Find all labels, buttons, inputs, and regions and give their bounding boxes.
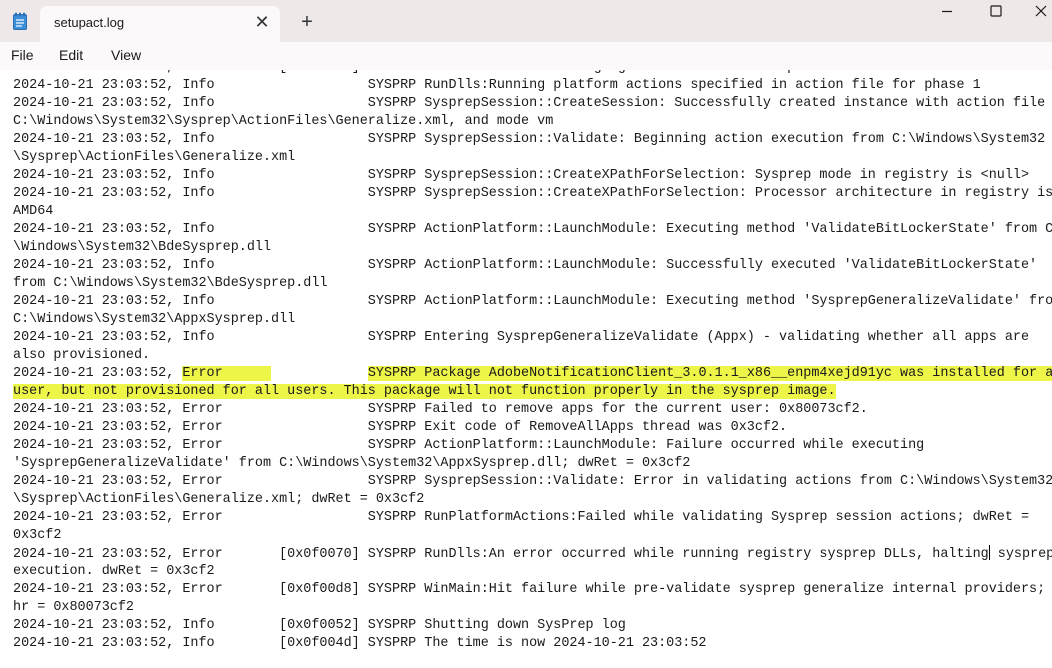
log-line: 2024-10-21 23:03:52, Error SYSPRP Failed…	[13, 401, 1052, 419]
title-bar: setupact.log ✕ +	[0, 0, 1052, 42]
log-text-segment: 2024-10-21 23:03:52, Info SYSPRP Sysprep…	[13, 168, 1030, 183]
log-text-segment: also provisioned.	[13, 348, 151, 363]
menu-bar: File Edit View	[0, 42, 1052, 105]
log-line: 2024-10-21 23:03:52, Error SYSPRP RunPla…	[13, 509, 1052, 527]
log-line: C:\Windows\System32\Sysprep\ActionFiles\…	[13, 113, 1052, 131]
close-tab-icon[interactable]: ✕	[252, 12, 272, 32]
log-line: hr = 0x80073cf2	[13, 599, 1052, 617]
log-text-segment: \Sysprep\ActionFiles\Generalize.xml	[13, 150, 296, 165]
log-line: 2024-10-21 23:03:52, Info [0x0f0052] SYS…	[13, 617, 1052, 635]
log-line: 2024-10-21 23:03:52, Info SYSPRP Sysprep…	[13, 95, 1052, 113]
log-line: 2024-10-21 23:03:52, Error [0x0f00d8] SY…	[13, 581, 1052, 599]
log-text-segment: 2024-10-21 23:03:52, Error [0x0f00d8] SY…	[13, 582, 1046, 597]
log-line: 2024-10-21 23:03:52, Info [0x0f00d7] SYS…	[13, 70, 1052, 77]
menu-view[interactable]: View	[111, 47, 141, 63]
tab-setupact-log[interactable]: setupact.log ✕	[40, 6, 280, 42]
log-text-segment: 2024-10-21 23:03:52, Info SYSPRP Sysprep…	[13, 186, 1052, 201]
log-text-segment: 2024-10-21 23:03:52, Error [0x0f0070] SY…	[13, 547, 989, 562]
log-text-segment: 2024-10-21 23:03:52, Info SYSPRP Sysprep…	[13, 96, 1046, 111]
log-line: also provisioned.	[13, 347, 1052, 365]
log-text-segment: 2024-10-21 23:03:52, Info [0x0f004d] SYS…	[13, 636, 707, 651]
log-line: \Windows\System32\BdeSysprep.dll	[13, 239, 1052, 257]
log-text-segment: 'SysprepGeneralizeValidate' from C:\Wind…	[13, 456, 691, 471]
log-line: \Sysprep\ActionFiles\Generalize.xml	[13, 149, 1052, 167]
log-line: 0x3cf2	[13, 527, 1052, 545]
highlighted-text: SYSPRP Package AdobeNotificationClient_3…	[367, 366, 1052, 381]
text-editor[interactable]: 2024-10-21 23:03:52, Info [0x0f00d7] SYS…	[0, 70, 1052, 668]
log-text-segment: 2024-10-21 23:03:52, Error SYSPRP Failed…	[13, 402, 868, 417]
log-text-segment: 2024-10-21 23:03:52, Error SYSPRP Syspre…	[13, 474, 1052, 489]
log-line: 2024-10-21 23:03:52, Info [0x0f004d] SYS…	[13, 635, 1052, 653]
log-line: 2024-10-21 23:03:52, Error SYSPRP Syspre…	[13, 473, 1052, 491]
log-text-segment: hr = 0x80073cf2	[13, 600, 134, 615]
log-text-segment: \Windows\System32\BdeSysprep.dll	[13, 240, 272, 255]
log-line: 2024-10-21 23:03:52, Info SYSPRP RunDlls…	[13, 77, 1052, 95]
log-text-segment: 2024-10-21 23:03:52,	[13, 366, 183, 381]
log-text-segment: execution. dwRet = 0x3cf2	[13, 564, 215, 579]
log-line: 2024-10-21 23:03:52, Error SYSPRP Action…	[13, 437, 1052, 455]
log-text-segment: 2024-10-21 23:03:52, Error SYSPRP Exit c…	[13, 420, 788, 435]
notepad-icon	[13, 12, 27, 30]
menu-edit[interactable]: Edit	[59, 47, 83, 63]
log-line: 2024-10-21 23:03:52, Info SYSPRP Sysprep…	[13, 185, 1052, 203]
log-line: 2024-10-21 23:03:52, Info SYSPRP ActionP…	[13, 221, 1052, 239]
menu-file[interactable]: File	[11, 47, 34, 63]
log-line: 2024-10-21 23:03:52, Info SYSPRP Sysprep…	[13, 131, 1052, 149]
log-text-segment: from C:\Windows\System32\BdeSysprep.dll	[13, 276, 328, 291]
close-window-button[interactable]	[1006, 0, 1052, 24]
log-line: 2024-10-21 23:03:52, Info SYSPRP ActionP…	[13, 293, 1052, 311]
highlighted-text: user, but not provisioned for all users.…	[13, 384, 836, 399]
log-text-segment: \Sysprep\ActionFiles\Generalize.xml; dwR…	[13, 492, 425, 507]
log-line: 2024-10-21 23:03:52, Info SYSPRP Sysprep…	[13, 167, 1052, 185]
log-text-segment: 2024-10-21 23:03:52, Info SYSPRP ActionP…	[13, 294, 1052, 309]
log-text: 2024-10-21 23:03:52, Info [0x0f00d7] SYS…	[13, 70, 1052, 653]
log-text-segment: 2024-10-21 23:03:52, Info SYSPRP ActionP…	[13, 258, 1038, 273]
log-text-segment: C:\Windows\System32\AppxSysprep.dll	[13, 312, 296, 327]
log-text-segment: 2024-10-21 23:03:52, Info [0x0f0052] SYS…	[13, 618, 626, 633]
log-text-segment: C:\Windows\System32\Sysprep\ActionFiles\…	[13, 114, 554, 129]
log-line: from C:\Windows\System32\BdeSysprep.dll	[13, 275, 1052, 293]
log-text-segment: AMD64	[13, 204, 54, 219]
log-text-segment	[271, 366, 368, 381]
log-line: 2024-10-21 23:03:52, Error SYSPRP Exit c…	[13, 419, 1052, 437]
log-line: execution. dwRet = 0x3cf2	[13, 563, 1052, 581]
log-line: 2024-10-21 23:03:52, Info SYSPRP ActionP…	[13, 257, 1052, 275]
new-tab-button[interactable]: +	[296, 11, 318, 33]
log-text-segment: 2024-10-21 23:03:52, Error SYSPRP Action…	[13, 438, 925, 453]
log-text-segment: 2024-10-21 23:03:52, Info [0x0f00d7] SYS…	[13, 70, 868, 75]
log-line: \Sysprep\ActionFiles\Generalize.xml; dwR…	[13, 491, 1052, 509]
log-line: 2024-10-21 23:03:52, Error [0x0f0070] SY…	[13, 545, 1052, 563]
tab-title: setupact.log	[54, 15, 125, 30]
log-text-segment: 2024-10-21 23:03:52, Error SYSPRP RunPla…	[13, 510, 1030, 525]
log-text-segment: 0x3cf2	[13, 528, 62, 543]
minimize-icon	[942, 10, 952, 13]
log-text-segment: 2024-10-21 23:03:52, Info SYSPRP Sysprep…	[13, 132, 1046, 147]
log-line: C:\Windows\System32\AppxSysprep.dll	[13, 311, 1052, 329]
highlighted-text: Error	[182, 366, 272, 381]
log-line: AMD64	[13, 203, 1052, 221]
close-icon	[1035, 5, 1047, 17]
minimize-button[interactable]	[924, 0, 970, 24]
log-line: user, but not provisioned for all users.…	[13, 383, 1052, 401]
log-text-segment: 2024-10-21 23:03:52, Info SYSPRP RunDlls…	[13, 78, 981, 93]
log-text-segment: sysprep	[989, 547, 1052, 562]
log-line: 2024-10-21 23:03:52, Info SYSPRP Enterin…	[13, 329, 1052, 347]
log-line: 2024-10-21 23:03:52, Error SYSPRP Packag…	[13, 365, 1052, 383]
log-text-segment: 2024-10-21 23:03:52, Info SYSPRP ActionP…	[13, 222, 1052, 237]
log-line: 'SysprepGeneralizeValidate' from C:\Wind…	[13, 455, 1052, 473]
log-text-segment: 2024-10-21 23:03:52, Info SYSPRP Enterin…	[13, 330, 1030, 345]
